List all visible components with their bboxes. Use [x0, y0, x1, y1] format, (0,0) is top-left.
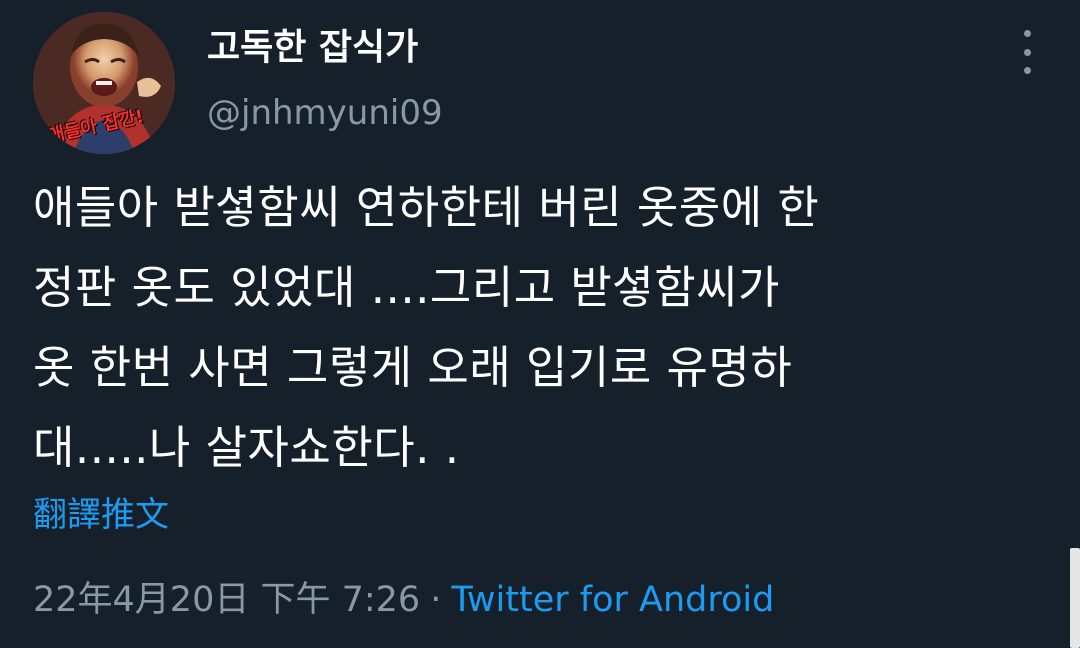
more-dot: [1023, 30, 1031, 37]
tweet-detail: 애들아 잡깐! 고독한 잡식가 @jnhmyuni09 애들아 받셯함씨 연하한…: [0, 0, 1080, 648]
more-vertical-icon[interactable]: [1010, 30, 1044, 74]
tweet-source-link[interactable]: Twitter for Android: [451, 580, 774, 620]
more-dot: [1023, 67, 1031, 74]
user-handle[interactable]: @jnhmyuni09: [207, 88, 443, 138]
translate-tweet-link[interactable]: 翻譯推文: [33, 490, 169, 540]
more-dot: [1023, 48, 1031, 56]
scrollbar[interactable]: [1070, 548, 1080, 648]
tweet-text: 애들아 받셯함씨 연하한테 버린 옷중에 한 정판 옷도 있었대 ....그리고…: [33, 181, 820, 474]
meta-separator: ·: [430, 580, 442, 620]
tweet-timestamp[interactable]: 22年4月20日 下午 7:26: [33, 580, 420, 620]
display-name[interactable]: 고독한 잡식가: [207, 22, 418, 74]
tweet-meta: 22年4月20日 下午 7:26 · Twitter for Android: [33, 575, 774, 625]
avatar[interactable]: 애들아 잡깐!: [33, 12, 175, 154]
